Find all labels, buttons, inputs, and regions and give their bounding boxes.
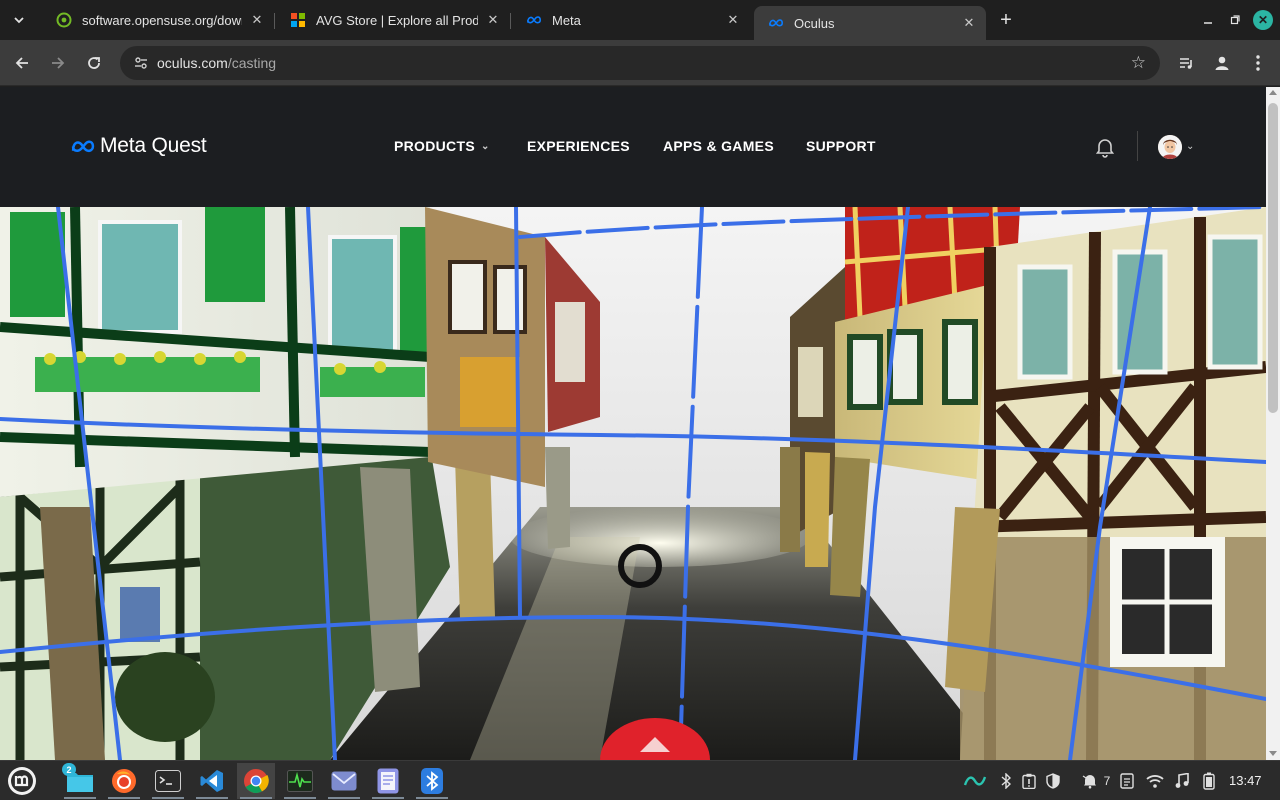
- terminal-icon[interactable]: [149, 763, 187, 799]
- close-icon[interactable]: ✕: [484, 11, 502, 29]
- opensuse-icon: [56, 12, 72, 28]
- meta-icon: [526, 12, 542, 28]
- files-badge: 2: [62, 763, 76, 776]
- tab-oculus[interactable]: Oculus ✕: [754, 6, 986, 40]
- taskbar: 2 7 13:47: [0, 760, 1280, 800]
- tab-title: Oculus: [794, 15, 835, 31]
- site-info-icon[interactable]: [134, 56, 148, 70]
- close-icon[interactable]: ✕: [248, 11, 266, 29]
- profile-icon[interactable]: [1210, 51, 1234, 75]
- logo-text: Meta Quest: [100, 134, 207, 157]
- scrollbar[interactable]: [1266, 87, 1280, 760]
- maximize-icon[interactable]: [1224, 10, 1246, 30]
- bell-icon: [1082, 775, 1096, 789]
- tab-avg-store[interactable]: AVG Store | Explore all Produ ✕: [276, 6, 511, 34]
- url-text: oculus.com/casting: [157, 55, 276, 71]
- close-icon[interactable]: ✕: [960, 14, 978, 32]
- vscode-icon[interactable]: [193, 763, 231, 799]
- new-tab-button[interactable]: +: [994, 9, 1018, 31]
- address-bar[interactable]: oculus.com/casting ☆: [120, 46, 1160, 80]
- firefox-icon[interactable]: [105, 763, 143, 799]
- shield-icon[interactable]: [1044, 772, 1062, 790]
- tab-search-button[interactable]: [6, 8, 32, 32]
- chevron-down-icon: [14, 17, 24, 24]
- chevron-down-icon: ⌄: [480, 141, 490, 152]
- bluetooth-icon[interactable]: [413, 763, 451, 799]
- media-controls-icon[interactable]: [1174, 51, 1198, 75]
- nav-apps-games[interactable]: APPS & GAMES: [663, 138, 774, 154]
- meta-quest-logo[interactable]: Meta Quest: [70, 134, 207, 158]
- forward-icon[interactable]: [46, 51, 70, 75]
- clipboard-tray-icon[interactable]: [1020, 772, 1038, 790]
- chevron-down-icon[interactable]: ⌄: [1186, 141, 1194, 152]
- battery-icon[interactable]: [1201, 772, 1217, 790]
- meta-icon: [71, 139, 95, 152]
- url-host: oculus.com: [157, 55, 228, 71]
- notifications-tray[interactable]: 7: [1078, 772, 1114, 790]
- scroll-down-arrow-icon[interactable]: [1269, 751, 1277, 756]
- scrollbar-thumb[interactable]: [1268, 103, 1278, 413]
- reload-icon[interactable]: [82, 51, 106, 75]
- bookmark-star-icon[interactable]: ☆: [1131, 53, 1146, 73]
- text-editor-icon[interactable]: [369, 763, 407, 799]
- vr-cast-view[interactable]: [0, 207, 1266, 760]
- notification-count: 7: [1103, 774, 1111, 788]
- browser-toolbar: oculus.com/casting ☆: [0, 40, 1280, 86]
- header-divider: [1137, 131, 1138, 161]
- nav-products[interactable]: PRODUCTS ⌄: [394, 138, 490, 154]
- avatar[interactable]: [1158, 135, 1182, 159]
- system-monitor-icon[interactable]: [281, 763, 319, 799]
- nav-support[interactable]: SUPPORT: [806, 138, 876, 154]
- cast-stream-image: [0, 207, 1266, 760]
- wifi-icon[interactable]: [1145, 772, 1165, 790]
- bell-icon[interactable]: [1094, 136, 1116, 158]
- avg-icon: [290, 12, 306, 28]
- back-icon[interactable]: [10, 51, 34, 75]
- url-path: /casting: [227, 55, 277, 71]
- nav-experiences[interactable]: EXPERIENCES: [527, 138, 630, 154]
- close-icon[interactable]: ✕: [724, 11, 742, 29]
- meta-icon: [768, 15, 784, 31]
- minimize-icon[interactable]: [1197, 10, 1219, 30]
- meta-link-tray-icon[interactable]: [962, 772, 988, 790]
- clock[interactable]: 13:47: [1229, 773, 1262, 788]
- menu-icon[interactable]: [3, 763, 41, 799]
- tab-title: AVG Store | Explore all Produ: [316, 12, 478, 28]
- tab-title: software.opensuse.org/down: [82, 12, 242, 28]
- page-content: Meta Quest PRODUCTS ⌄ EXPERIENCES APPS & …: [0, 87, 1266, 760]
- tab-opensuse[interactable]: software.opensuse.org/down ✕: [42, 6, 275, 34]
- more-menu-icon[interactable]: [1246, 51, 1270, 75]
- nav-products-label: PRODUCTS: [394, 138, 475, 154]
- mail-icon[interactable]: [325, 763, 363, 799]
- chrome-icon[interactable]: [237, 763, 275, 799]
- close-icon[interactable]: ✕: [1253, 10, 1273, 30]
- music-note-icon[interactable]: [1173, 772, 1191, 790]
- site-header: Meta Quest PRODUCTS ⌄ EXPERIENCES APPS & …: [0, 87, 1266, 207]
- scroll-up-arrow-icon[interactable]: [1269, 90, 1277, 95]
- notes-tray-icon[interactable]: [1118, 772, 1136, 790]
- tab-meta[interactable]: Meta ✕: [512, 6, 750, 34]
- bluetooth-tray-icon[interactable]: [998, 772, 1014, 790]
- tab-strip: software.opensuse.org/down ✕ AVG Store |…: [0, 0, 1280, 40]
- tab-title: Meta: [552, 12, 581, 28]
